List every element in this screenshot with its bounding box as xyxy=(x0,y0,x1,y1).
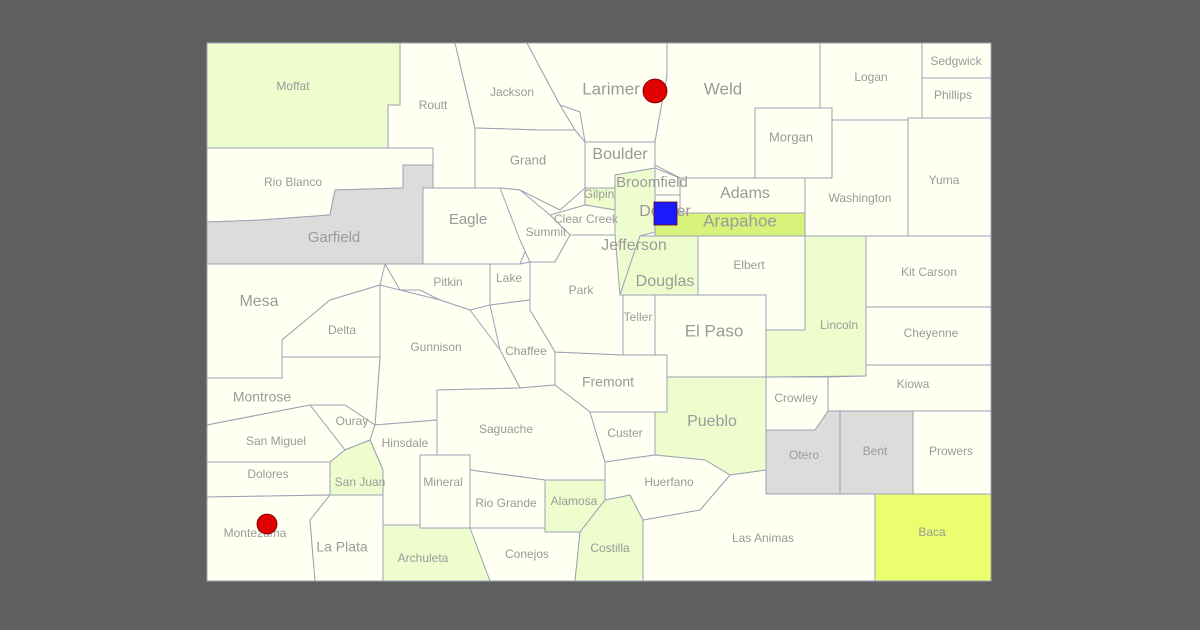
county-label-moffat: Moffat xyxy=(276,79,310,93)
county-label-kiowa: Kiowa xyxy=(897,377,930,391)
county-label-costilla: Costilla xyxy=(590,541,630,555)
county-label-eagle: Eagle xyxy=(449,211,487,228)
county-label-dolores: Dolores xyxy=(247,467,288,481)
county-label-cheyenne: Cheyenne xyxy=(904,326,959,340)
county-label-sedgwick: Sedgwick xyxy=(930,54,982,68)
county-label-fremont: Fremont xyxy=(582,374,634,390)
county-label-san-juan: San Juan xyxy=(335,475,386,489)
marker-circle-larimer[interactable] xyxy=(642,78,668,104)
county-label-bent: Bent xyxy=(863,444,888,458)
county-label-huerfano: Huerfano xyxy=(644,475,694,489)
county-label-alamosa: Alamosa xyxy=(551,494,598,508)
county-label-grand: Grand xyxy=(510,152,546,167)
county-label-otero: Otero xyxy=(789,448,819,462)
county-label-san-miguel: San Miguel xyxy=(246,434,306,448)
county-label-rio-blanco: Rio Blanco xyxy=(264,175,322,189)
county-label-pueblo: Pueblo xyxy=(687,413,737,430)
county-label-custer: Custer xyxy=(607,426,642,440)
county-label-montezuma: Montezuma xyxy=(224,526,287,540)
county-label-logan: Logan xyxy=(854,70,887,84)
county-label-weld: Weld xyxy=(704,79,742,98)
county-label-las-animas: Las Animas xyxy=(732,531,794,545)
county-label-yuma: Yuma xyxy=(929,173,960,187)
county-label-conejos: Conejos xyxy=(505,547,549,561)
county-label-garfield: Garfield xyxy=(308,229,361,246)
county-moffat[interactable] xyxy=(206,42,401,149)
county-label-saguache: Saguache xyxy=(479,422,533,436)
county-label-chaffee: Chaffee xyxy=(505,344,547,358)
county-label-el-paso: El Paso xyxy=(685,321,744,340)
county-label-jackson: Jackson xyxy=(490,85,534,99)
county-label-larimer: Larimer xyxy=(582,79,640,98)
county-label-montrose: Montrose xyxy=(233,389,292,405)
county-label-clear-creek: Clear Creek xyxy=(554,212,619,226)
county-label-archuleta: Archuleta xyxy=(398,551,449,565)
county-label-crowley: Crowley xyxy=(774,391,817,405)
county-label-adams: Adams xyxy=(720,185,770,202)
county-label-park: Park xyxy=(569,283,595,297)
marker-circle-montezuma[interactable] xyxy=(256,513,278,535)
county-label-kit-carson: Kit Carson xyxy=(901,265,957,279)
county-label-rio-grande: Rio Grande xyxy=(475,496,537,510)
county-label-gunnison: Gunnison xyxy=(410,340,461,354)
county-label-pitkin: Pitkin xyxy=(433,275,462,289)
marker-square-denver[interactable] xyxy=(653,201,678,226)
county-label-la-plata: La Plata xyxy=(316,539,368,555)
county-label-gilpin: Gilpin xyxy=(584,187,615,201)
county-label-lake: Lake xyxy=(496,271,522,285)
county-label-boulder: Boulder xyxy=(592,146,648,163)
county-label-arapahoe: Arapahoe xyxy=(703,211,777,230)
county-label-baca: Baca xyxy=(918,525,946,539)
county-label-morgan: Morgan xyxy=(769,129,813,144)
county-label-teller: Teller xyxy=(624,310,653,324)
county-label-mineral: Mineral xyxy=(423,475,462,489)
county-label-broomfield: Broomfield xyxy=(616,174,688,191)
county-label-washington: Washington xyxy=(829,191,892,205)
county-label-ouray: Ouray xyxy=(336,414,369,428)
county-label-hinsdale: Hinsdale xyxy=(382,436,429,450)
county-label-jefferson: Jefferson xyxy=(601,237,667,254)
county-mineral[interactable] xyxy=(419,454,471,529)
county-label-phillips: Phillips xyxy=(934,88,972,102)
county-label-delta: Delta xyxy=(328,323,356,337)
county-label-routt: Routt xyxy=(419,98,448,112)
county-label-mesa: Mesa xyxy=(239,293,278,310)
county-label-summit: Summit xyxy=(526,225,567,239)
county-teller[interactable] xyxy=(622,294,656,356)
colorado-county-map: Moffat Routt Jackson Larimer Weld Logan Sedgwi… xyxy=(206,42,992,582)
county-label-lincoln: Lincoln xyxy=(820,318,858,332)
county-label-prowers: Prowers xyxy=(929,444,973,458)
county-label-elbert: Elbert xyxy=(733,258,765,272)
county-label-douglas: Douglas xyxy=(636,273,695,290)
